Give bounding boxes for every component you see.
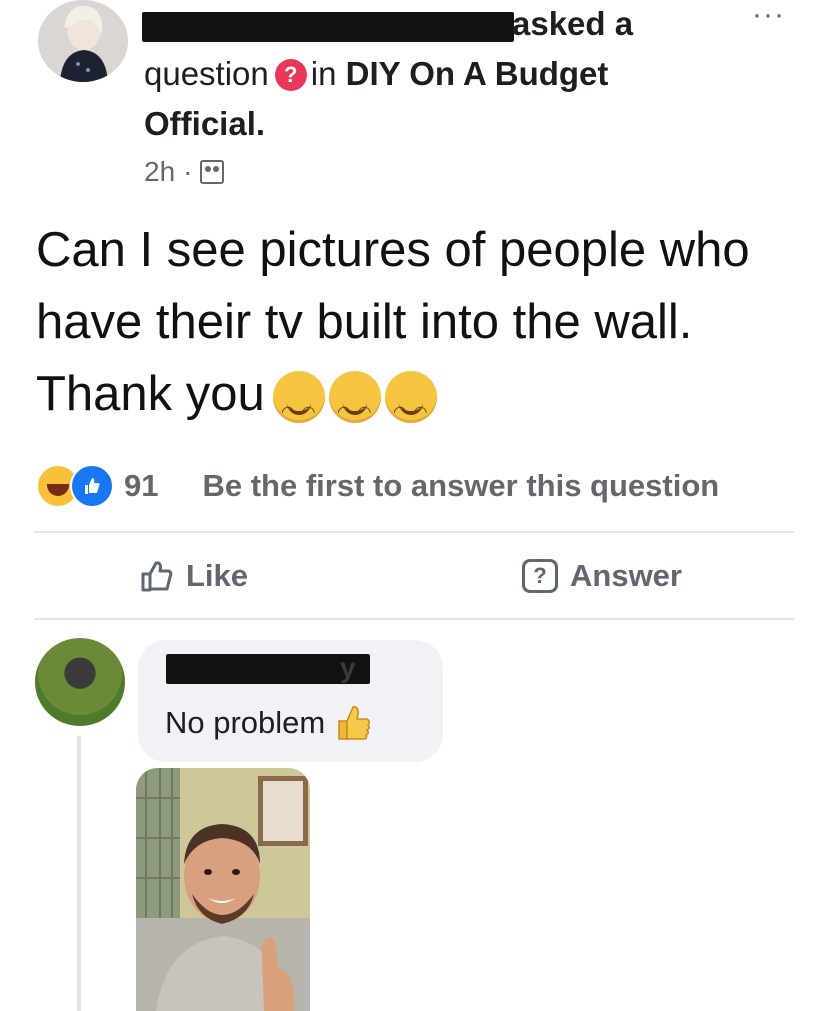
smiling-face-icon: [384, 371, 437, 449]
meta-separator: ·: [183, 156, 193, 187]
reactions-bar: 91 Be the first to answer this question: [36, 464, 719, 508]
comment-photo[interactable]: [136, 768, 310, 1011]
post-time[interactable]: 2h: [144, 154, 175, 190]
answer-button[interactable]: ? Answer: [522, 558, 682, 594]
smiling-face-icon: [272, 371, 325, 449]
commenter-avatar[interactable]: [35, 638, 125, 726]
poster-avatar[interactable]: [38, 0, 128, 82]
answer-prompt: Be the first to answer this question: [202, 468, 720, 503]
group-members-icon: [200, 160, 225, 184]
like-button[interactable]: Like: [140, 558, 248, 594]
redacted-poster-name: [142, 12, 514, 42]
comment-text-row: No problem: [165, 703, 371, 743]
answer-label: Answer: [570, 558, 682, 593]
post-action-text: asked a: [512, 5, 634, 42]
question-bubble-icon: ?: [522, 559, 558, 593]
like-reaction-icon[interactable]: [70, 464, 114, 508]
like-label: Like: [186, 558, 249, 593]
emoji-group: [272, 371, 437, 449]
commenter-name-tail: y: [340, 652, 356, 683]
post-meta: 2h ·: [144, 154, 225, 190]
post-context-line: question? in DIY On A Budget: [144, 54, 608, 94]
comment-text: No problem: [165, 705, 326, 740]
thread-line: [77, 736, 81, 1011]
post-question: Can I see pictures of people who have th…: [36, 214, 816, 449]
question-word: question: [144, 55, 269, 92]
group-name-link-cont[interactable]: Official.: [144, 104, 265, 144]
group-name-link[interactable]: DIY On A Budget: [346, 55, 609, 92]
reaction-count[interactable]: 91: [124, 468, 158, 504]
thumbs-up-emoji-icon: [333, 703, 371, 743]
smiling-face-icon: [328, 371, 381, 449]
divider-top: [34, 531, 794, 533]
question-badge-icon: ?: [274, 59, 307, 91]
divider-bottom: [34, 618, 794, 620]
thumbs-up-icon: [140, 559, 174, 593]
in-word: in: [310, 55, 337, 92]
more-options-icon[interactable]: ···: [752, 0, 785, 30]
